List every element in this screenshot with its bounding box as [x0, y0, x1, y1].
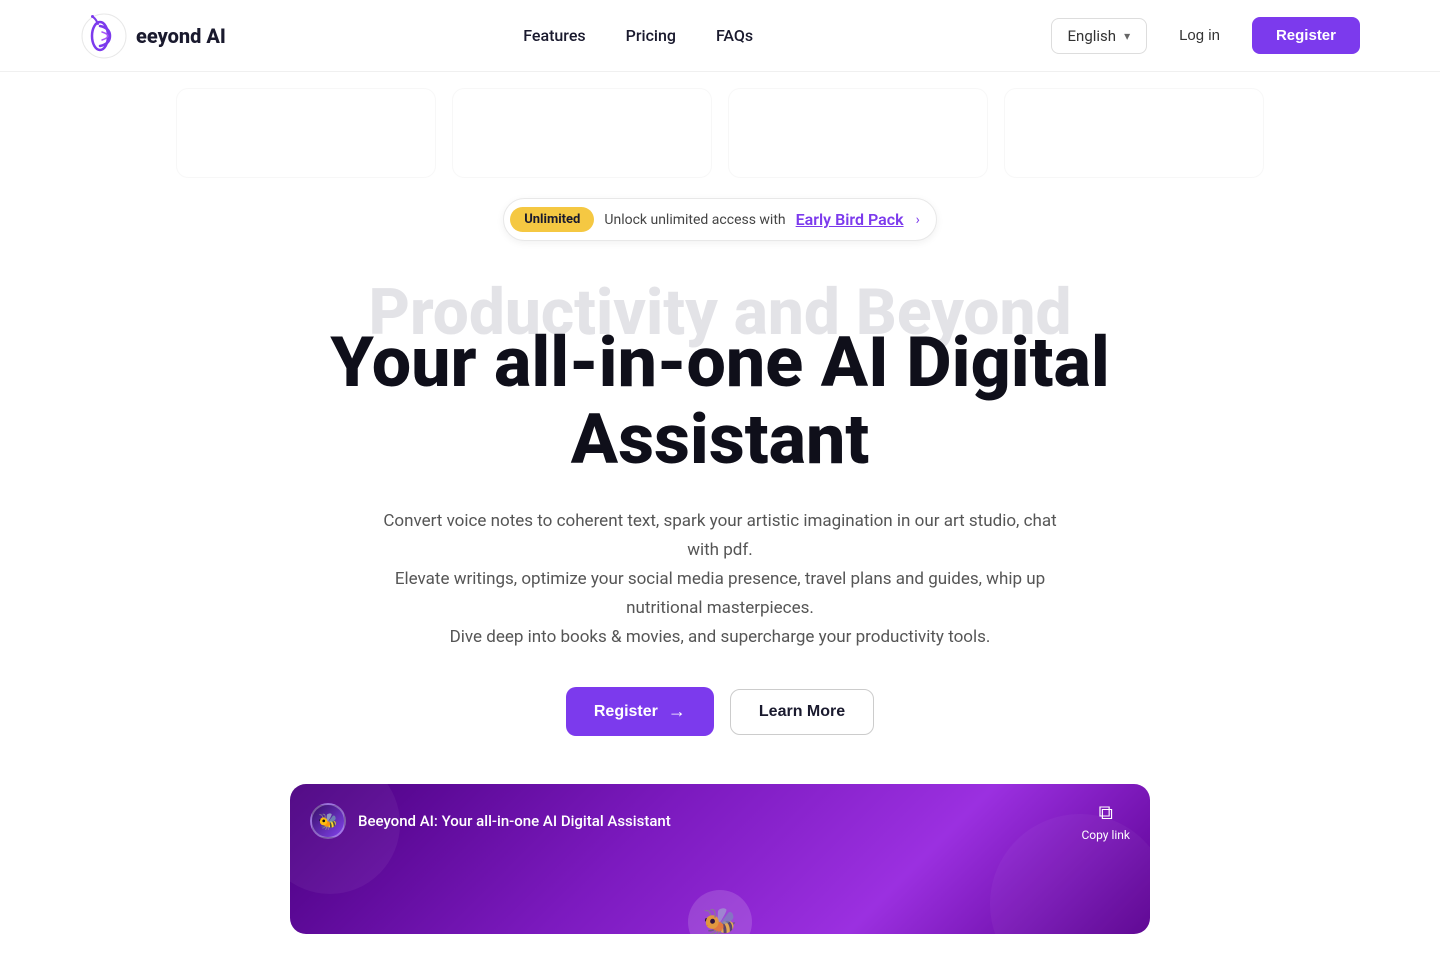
register-arrow-icon: →	[668, 701, 686, 722]
video-preview[interactable]: 🐝 Beeyond AI: Your all-in-one AI Digital…	[290, 784, 1150, 934]
top-card-4	[1004, 88, 1264, 178]
video-content-area: 🐝	[290, 858, 1150, 934]
top-card-2	[452, 88, 712, 178]
register-nav-button[interactable]: Register	[1252, 17, 1360, 54]
copy-link-label: Copy link	[1081, 828, 1130, 842]
nav-faqs[interactable]: FAQs	[716, 26, 753, 45]
badge-text: Unlock unlimited access with	[604, 212, 785, 228]
unlimited-pill: Unlimited	[510, 207, 594, 232]
desc-line1: Convert voice notes to coherent text, sp…	[383, 511, 1056, 560]
heading-line2: Assistant	[571, 399, 870, 481]
cta-buttons: Register → Learn More	[566, 687, 874, 736]
top-card-1	[176, 88, 436, 178]
unlimited-badge: Unlimited Unlock unlimited access with E…	[503, 198, 937, 241]
heading-line1: Your all-in-one AI Digital	[330, 322, 1109, 404]
copy-link-button[interactable]: ⧉ Copy link	[1081, 800, 1130, 842]
badge-arrow-icon: ›	[916, 212, 920, 228]
top-card-3	[728, 88, 988, 178]
video-header: 🐝 Beeyond AI: Your all-in-one AI Digital…	[290, 784, 1150, 858]
video-glow-circle: 🐝	[688, 890, 752, 934]
hero-description: Convert voice notes to coherent text, sp…	[370, 507, 1070, 651]
video-avatar: 🐝	[310, 803, 346, 839]
copy-icon: ⧉	[1099, 800, 1113, 824]
register-hero-label: Register	[594, 703, 658, 721]
top-cards-row	[0, 72, 1440, 186]
video-title: Beeyond AI: Your all-in-one AI Digital A…	[358, 812, 671, 830]
main-heading: Your all-in-one AI Digital Assistant	[330, 325, 1109, 479]
nav-right: English ▾ Log in Register	[1051, 17, 1360, 54]
language-selector[interactable]: English ▾	[1051, 18, 1148, 54]
register-hero-button[interactable]: Register →	[566, 687, 714, 736]
logo-text: eeyond AI	[136, 24, 226, 48]
nav-features[interactable]: Features	[523, 26, 585, 45]
logo[interactable]: eeyond AI	[80, 12, 226, 60]
avatar-icon: 🐝	[318, 812, 338, 831]
nav-links: Features Pricing FAQs	[523, 26, 753, 45]
navbar: eeyond AI Features Pricing FAQs English …	[0, 0, 1440, 72]
learn-more-button[interactable]: Learn More	[730, 689, 874, 735]
desc-line3: Dive deep into books & movies, and super…	[450, 627, 991, 647]
unlimited-badge-row: Unlimited Unlock unlimited access with E…	[0, 198, 1440, 241]
login-button[interactable]: Log in	[1159, 19, 1240, 52]
nav-pricing[interactable]: Pricing	[626, 26, 676, 45]
video-title-group: 🐝 Beeyond AI: Your all-in-one AI Digital…	[310, 803, 671, 839]
video-bee-icon: 🐝	[703, 906, 738, 935]
hero-content: Productivity and Beyond Your all-in-one …	[0, 249, 1440, 954]
early-bird-link[interactable]: Early Bird Pack	[796, 210, 904, 229]
language-label: English	[1068, 27, 1117, 45]
hero-container: Unlimited Unlock unlimited access with E…	[0, 72, 1440, 954]
chevron-down-icon: ▾	[1124, 29, 1130, 43]
desc-line2: Elevate writings, optimize your social m…	[395, 569, 1045, 618]
